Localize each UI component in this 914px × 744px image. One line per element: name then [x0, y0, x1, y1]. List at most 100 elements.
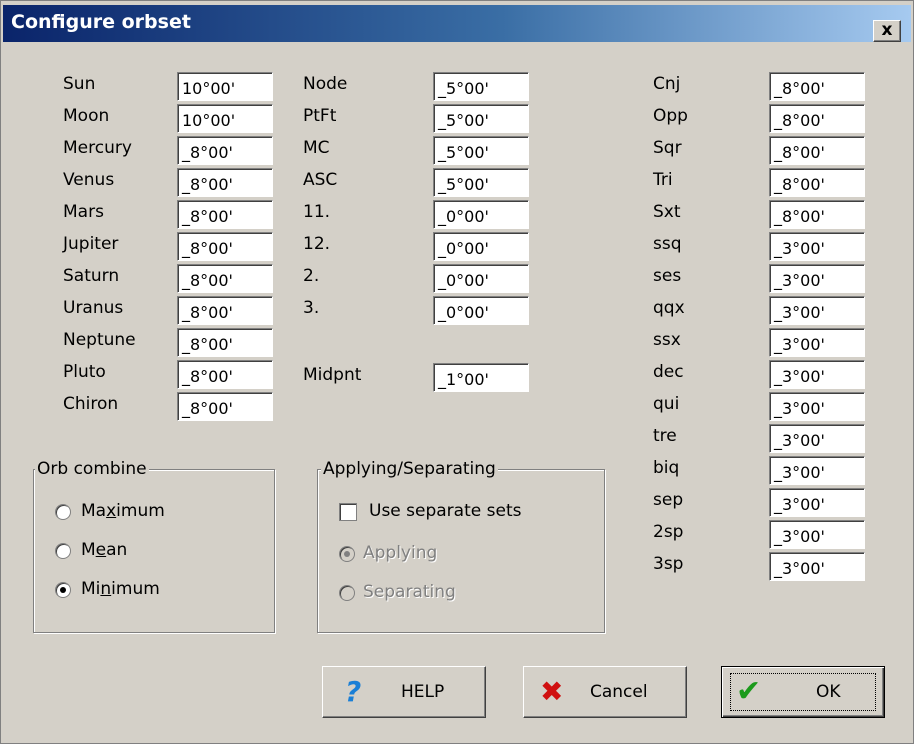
applying-label: Applying — [363, 543, 438, 563]
applying-separating-group — [317, 469, 605, 633]
aspect-label: ses — [653, 266, 682, 286]
planet-label: Uranus — [63, 298, 124, 318]
aspect-orb-input[interactable]: _3°00' — [769, 488, 865, 517]
planet-label: Sun — [63, 74, 96, 94]
aspect-label: ssq — [653, 234, 682, 254]
aspect-label: sep — [653, 490, 684, 510]
aspect-orb-input[interactable]: _8°00' — [769, 72, 865, 101]
aspect-orb-input[interactable]: _8°00' — [769, 104, 865, 133]
access-key: n — [100, 579, 112, 599]
planet-orb-input[interactable]: _8°00' — [177, 392, 273, 421]
aspect-label: qqx — [653, 298, 685, 318]
aspect-label: Tri — [653, 170, 673, 190]
help-button[interactable]: ? HELP — [322, 666, 486, 718]
applying-radio[interactable] — [339, 546, 355, 562]
label-post: imum — [111, 579, 160, 599]
aspect-label: Sxt — [653, 202, 681, 222]
aspect-orb-input[interactable]: _3°00' — [769, 296, 865, 325]
label-pre: Mi — [81, 579, 101, 599]
planet-label: Mars — [63, 202, 104, 222]
orb-mean-label: Mean — [81, 540, 127, 560]
point-orb-input[interactable]: _0°00' — [433, 200, 529, 229]
point-label: 3. — [303, 298, 320, 318]
orb-mean-radio[interactable] — [55, 543, 71, 559]
aspect-label: Opp — [653, 106, 688, 126]
label-pre: M — [81, 540, 96, 560]
orb-combine-title: Orb combine — [35, 459, 149, 479]
aspect-orb-input[interactable]: _8°00' — [769, 168, 865, 197]
point-orb-input[interactable]: _5°00' — [433, 136, 529, 165]
orb-minimum-label: Minimum — [81, 579, 160, 599]
planet-orb-input[interactable]: _8°00' — [177, 264, 273, 293]
point-label: 2. — [303, 266, 320, 286]
aspect-orb-input[interactable]: _3°00' — [769, 456, 865, 485]
aspect-label: dec — [653, 362, 684, 382]
aspect-orb-input[interactable]: _3°00' — [769, 392, 865, 421]
aspect-label: 3sp — [653, 554, 684, 574]
point-orb-input[interactable]: _0°00' — [433, 296, 529, 325]
orb-maximum-radio[interactable] — [55, 504, 71, 520]
planet-label: Moon — [63, 106, 110, 126]
separating-radio[interactable] — [339, 585, 355, 601]
aspect-orb-input[interactable]: _8°00' — [769, 136, 865, 165]
use-separate-sets-checkbox[interactable] — [339, 503, 357, 521]
planet-orb-input[interactable]: _8°00' — [177, 296, 273, 325]
window-title: Configure orbset — [11, 11, 191, 33]
aspect-label: tre — [653, 426, 677, 446]
help-button-label: HELP — [401, 682, 445, 702]
planet-orb-input[interactable]: 10°00' — [177, 104, 273, 133]
planet-orb-input[interactable]: _8°00' — [177, 200, 273, 229]
aspect-orb-input[interactable]: _3°00' — [769, 552, 865, 581]
label-post: an — [106, 540, 128, 560]
aspect-orb-input[interactable]: _3°00' — [769, 360, 865, 389]
point-orb-input[interactable]: _0°00' — [433, 232, 529, 261]
use-separate-sets-label: Use separate sets — [369, 501, 522, 521]
aspect-label: Sqr — [653, 138, 682, 158]
label-post: imum — [116, 501, 165, 521]
ok-button-label: OK — [816, 682, 841, 702]
point-label: ASC — [303, 170, 338, 190]
label-pre: Ma — [81, 501, 107, 521]
planet-label: Neptune — [63, 330, 136, 350]
planet-label: Venus — [63, 170, 115, 190]
point-orb-input[interactable]: _5°00' — [433, 72, 529, 101]
question-mark-icon: ? — [345, 675, 362, 708]
orb-minimum-radio[interactable] — [55, 582, 71, 598]
aspect-orb-input[interactable]: _3°00' — [769, 264, 865, 293]
aspect-label: qui — [653, 394, 680, 414]
close-icon: x — [881, 20, 893, 40]
title-bar[interactable]: Configure orbset — [3, 5, 911, 42]
red-x-icon: ✖ — [540, 675, 564, 708]
point-label: MC — [303, 138, 330, 158]
aspect-orb-input[interactable]: _8°00' — [769, 200, 865, 229]
planet-orb-input[interactable]: _8°00' — [177, 328, 273, 357]
aspect-label: ssx — [653, 330, 681, 350]
separating-label: Separating — [363, 582, 456, 602]
planet-label: Pluto — [63, 362, 106, 382]
point-orb-input[interactable]: _5°00' — [433, 104, 529, 133]
applying-separating-title: Applying/Separating — [321, 459, 498, 479]
access-key: x — [106, 501, 117, 521]
aspect-label: Cnj — [653, 74, 681, 94]
planet-orb-input[interactable]: _8°00' — [177, 136, 273, 165]
aspect-orb-input[interactable]: _3°00' — [769, 328, 865, 357]
planet-label: Saturn — [63, 266, 120, 286]
midpoint-orb-input[interactable]: _1°00' — [433, 363, 529, 392]
access-key: e — [95, 540, 107, 560]
aspect-orb-input[interactable]: _3°00' — [769, 520, 865, 549]
point-orb-input[interactable]: _0°00' — [433, 264, 529, 293]
point-label: 12. — [303, 234, 331, 254]
point-label: 11. — [303, 202, 331, 222]
aspect-orb-input[interactable]: _3°00' — [769, 232, 865, 261]
cancel-button-label: Cancel — [590, 682, 648, 702]
green-check-icon: ✔ — [736, 674, 762, 709]
planet-orb-input[interactable]: 10°00' — [177, 72, 273, 101]
planet-orb-input[interactable]: _8°00' — [177, 360, 273, 389]
planet-orb-input[interactable]: _8°00' — [177, 168, 273, 197]
ok-button[interactable]: ✔ OK — [721, 666, 885, 718]
aspect-orb-input[interactable]: _3°00' — [769, 424, 865, 453]
planet-orb-input[interactable]: _8°00' — [177, 232, 273, 261]
cancel-button[interactable]: ✖ Cancel — [523, 666, 687, 718]
point-orb-input[interactable]: _5°00' — [433, 168, 529, 197]
close-button[interactable]: x — [873, 20, 901, 42]
